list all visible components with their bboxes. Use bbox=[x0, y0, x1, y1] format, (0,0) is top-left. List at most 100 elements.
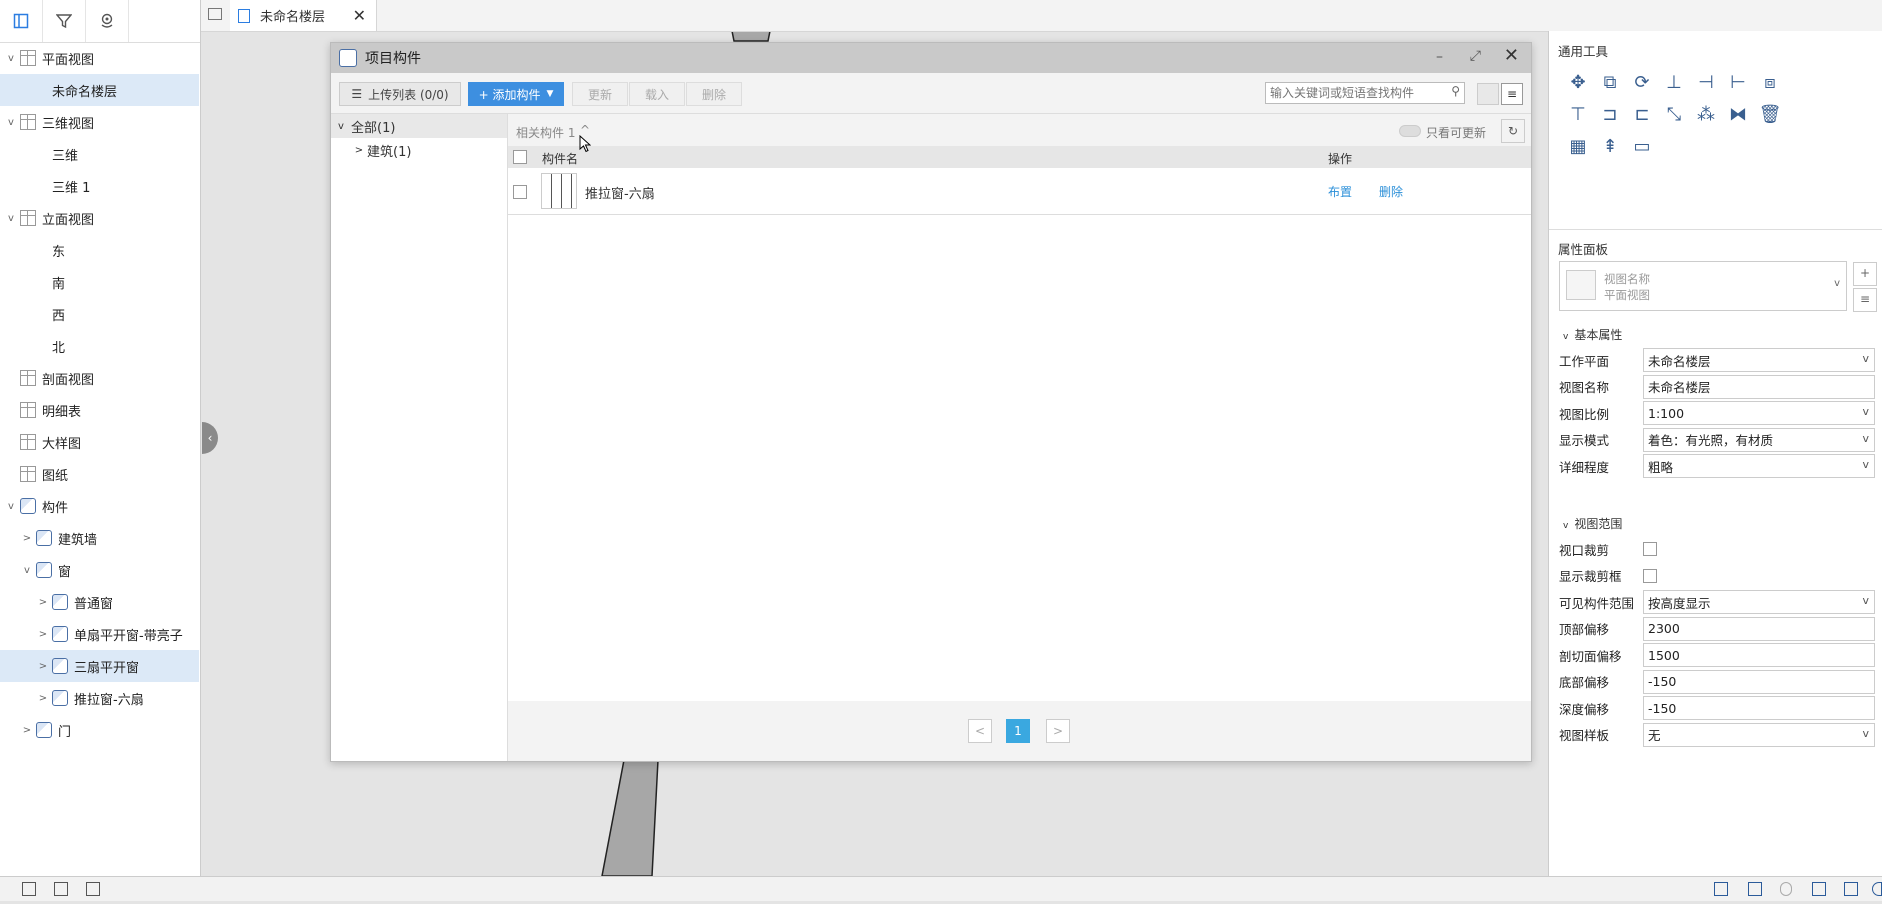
tree-item[interactable]: v 平面视图 bbox=[0, 42, 199, 74]
load-button[interactable]: 载入 bbox=[629, 82, 685, 106]
chevron-down-icon[interactable]: v bbox=[6, 213, 16, 224]
search-icon[interactable]: ⚲ bbox=[1451, 84, 1460, 98]
chevron-down-icon[interactable]: v bbox=[22, 565, 32, 576]
property-select[interactable]: 按高度显示 v bbox=[1643, 590, 1875, 614]
light-icon[interactable] bbox=[1780, 882, 1792, 896]
tree-item[interactable]: > 普通窗 bbox=[0, 586, 199, 618]
align-top-icon[interactable]: ⊤ bbox=[1567, 103, 1589, 125]
grid-layout-icon[interactable] bbox=[1477, 83, 1499, 105]
property-input[interactable]: -150 bbox=[1643, 696, 1875, 720]
tree-item[interactable]: > 门 bbox=[0, 714, 199, 746]
add-component-button[interactable]: + 添加构件 ▼ bbox=[468, 82, 564, 106]
tree-item[interactable]: > 推拉窗-六扇 bbox=[0, 682, 199, 714]
property-input[interactable]: -150 bbox=[1643, 669, 1875, 694]
minimize-icon[interactable]: – bbox=[1436, 49, 1443, 65]
chevron-right-icon[interactable]: > bbox=[38, 661, 48, 672]
chevron-right-icon[interactable]: > bbox=[22, 533, 32, 544]
measure-icon[interactable] bbox=[1714, 882, 1728, 896]
property-select[interactable]: 未命名楼层 v bbox=[1643, 348, 1875, 372]
close-tab-icon[interactable]: ✕ bbox=[353, 6, 366, 25]
range-section-header[interactable]: v 视图范围 bbox=[1563, 515, 1622, 532]
chevron-right-icon[interactable]: > bbox=[351, 145, 367, 156]
tree-item[interactable]: 三维 bbox=[0, 138, 199, 170]
tile-view-icon[interactable] bbox=[54, 882, 68, 896]
document-tab[interactable]: 未命名楼层 ✕ bbox=[230, 0, 377, 31]
component-view-icon[interactable] bbox=[86, 882, 100, 896]
tree-item[interactable]: v 三维视图 bbox=[0, 106, 199, 138]
select-all-checkbox[interactable] bbox=[513, 150, 527, 164]
views-tab-icon[interactable] bbox=[0, 0, 43, 42]
tree-item[interactable]: 图纸 bbox=[0, 458, 199, 490]
property-settings-icon[interactable]: ≡ bbox=[1853, 288, 1877, 312]
calendar-icon[interactable] bbox=[1812, 882, 1826, 896]
list-layout-icon[interactable]: ≡ bbox=[1501, 83, 1523, 105]
array-icon[interactable]: ⧈ bbox=[1759, 71, 1781, 93]
delete-link[interactable]: 删除 bbox=[1379, 183, 1403, 200]
only-updatable-toggle[interactable] bbox=[1399, 125, 1421, 137]
current-page-button[interactable]: 1 bbox=[1006, 719, 1030, 743]
property-checkbox[interactable] bbox=[1643, 568, 1657, 583]
tree-item[interactable]: 剖面视图 bbox=[0, 362, 199, 394]
property-input[interactable]: 2300 bbox=[1643, 616, 1875, 641]
property-input[interactable]: 未命名楼层 bbox=[1643, 374, 1875, 399]
location-tab-icon[interactable] bbox=[86, 0, 129, 42]
trim-icon[interactable]: ⊐ bbox=[1599, 103, 1621, 125]
filter-tab-icon[interactable] bbox=[43, 0, 86, 42]
chevron-down-icon[interactable]: v bbox=[331, 121, 351, 132]
ruler-icon[interactable]: ▭ bbox=[1631, 135, 1653, 157]
chevron-right-icon[interactable]: > bbox=[22, 725, 32, 736]
rotate-icon[interactable]: ⟳ bbox=[1631, 71, 1653, 93]
tree-item-building[interactable]: > 建筑(1) bbox=[331, 138, 507, 162]
box-icon[interactable] bbox=[1844, 882, 1858, 896]
mirror-icon[interactable]: ⧓ bbox=[1727, 103, 1749, 125]
copy-icon[interactable]: ⧉ bbox=[1599, 71, 1621, 93]
tree-item[interactable]: 三维 1 bbox=[0, 170, 199, 202]
grid-tool-icon[interactable]: ▦ bbox=[1567, 135, 1589, 157]
place-link[interactable]: 布置 bbox=[1328, 183, 1352, 200]
dialog-titlebar[interactable]: 项目构件 – ⤢ ✕ bbox=[331, 43, 1531, 73]
property-input[interactable]: 1500 bbox=[1643, 643, 1875, 667]
tree-item[interactable]: > 单扇平开窗-带亮子 bbox=[0, 618, 199, 650]
elevation-icon[interactable]: ⇞ bbox=[1599, 135, 1621, 157]
tree-item[interactable]: 未命名楼层 bbox=[0, 74, 199, 106]
row-checkbox[interactable] bbox=[513, 185, 527, 199]
property-checkbox[interactable] bbox=[1643, 542, 1657, 556]
tree-item[interactable]: v 立面视图 bbox=[0, 202, 199, 234]
tree-item[interactable]: v窗 bbox=[0, 554, 199, 586]
chevron-right-icon[interactable]: > bbox=[38, 693, 48, 704]
tree-item-all[interactable]: v 全部(1) bbox=[331, 114, 507, 138]
chevron-right-icon[interactable]: > bbox=[38, 629, 48, 640]
upload-list-button[interactable]: ☰ 上传列表 (0/0) bbox=[339, 82, 461, 106]
tree-item[interactable]: > 建筑墙 bbox=[0, 522, 199, 554]
tree-item[interactable]: 南 bbox=[0, 266, 199, 298]
align-icon[interactable]: ⊥ bbox=[1663, 71, 1685, 93]
tree-item[interactable]: 东 bbox=[0, 234, 199, 266]
property-select[interactable]: 粗略 v bbox=[1643, 454, 1875, 478]
search-input[interactable] bbox=[1266, 83, 1444, 103]
chevron-down-icon[interactable]: v bbox=[6, 53, 16, 64]
property-select[interactable]: 着色：有光照，有材质 v bbox=[1643, 427, 1875, 452]
offset-icon[interactable]: ⊢ bbox=[1727, 71, 1749, 93]
tab-list-icon[interactable] bbox=[208, 8, 222, 20]
delete-icon[interactable]: 🗑 bbox=[1759, 103, 1782, 125]
chevron-down-icon[interactable]: v bbox=[6, 501, 16, 512]
basic-section-header[interactable]: v 基本属性 bbox=[1563, 326, 1622, 343]
prev-page-button[interactable]: < bbox=[968, 719, 992, 743]
tree-item[interactable]: 明细表 bbox=[0, 394, 199, 426]
grid-view-icon[interactable] bbox=[22, 882, 36, 896]
view-type-selector[interactable]: 视图名称 平面视图 v bbox=[1559, 261, 1847, 311]
add-property-icon[interactable]: + bbox=[1853, 262, 1877, 286]
search-box[interactable]: ⚲ bbox=[1265, 82, 1465, 104]
chevron-down-icon[interactable]: v bbox=[6, 117, 16, 128]
close-dialog-icon[interactable]: ✕ bbox=[1504, 45, 1519, 66]
scale-icon[interactable]: ⤡ bbox=[1663, 103, 1685, 125]
tree-item[interactable]: > 三扇平开窗 bbox=[0, 650, 199, 682]
extend-icon[interactable]: ⊏ bbox=[1631, 103, 1653, 125]
maximize-icon[interactable]: ⤢ bbox=[1470, 48, 1481, 64]
next-page-button[interactable]: > bbox=[1046, 719, 1070, 743]
chevron-right-icon[interactable]: > bbox=[38, 597, 48, 608]
update-button[interactable]: 更新 bbox=[572, 82, 628, 106]
delete-button[interactable]: 删除 bbox=[686, 82, 742, 106]
cube-icon[interactable] bbox=[1748, 882, 1762, 896]
tree-item[interactable]: v 构件 bbox=[0, 490, 199, 522]
